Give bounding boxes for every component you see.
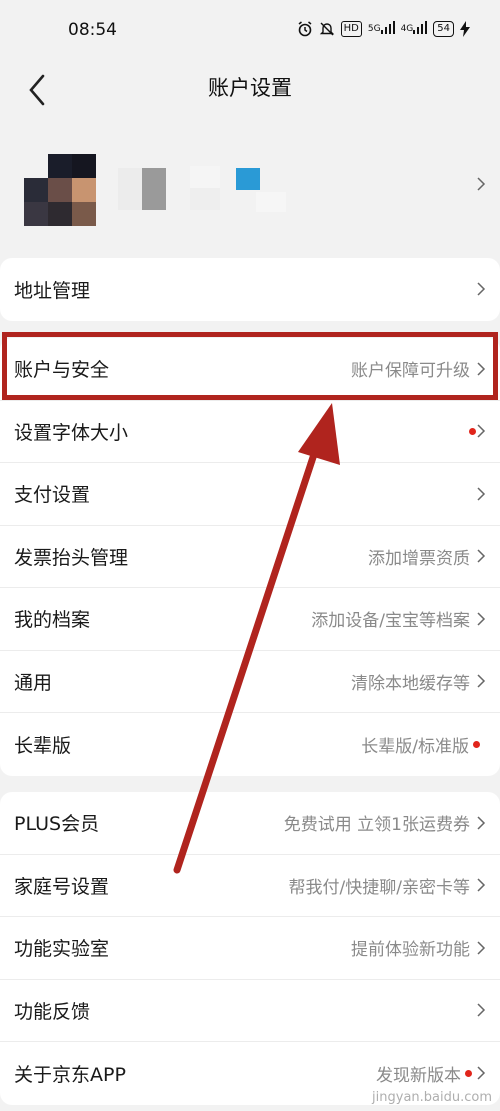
list-item[interactable]: 家庭号设置 帮我付/快捷聊/亲密卡等 <box>0 855 500 917</box>
settings-card-more: PLUS会员 免费试用 立领1张运费券 家庭号设置 帮我付/快捷聊/亲密卡等 功… <box>0 792 500 1105</box>
row-value: 帮我付/快捷聊/亲密卡等 <box>288 877 470 898</box>
watermark: jingyan.baidu.com <box>372 1090 492 1105</box>
chevron-right-icon <box>477 878 486 892</box>
list-item[interactable]: 地址管理 <box>0 258 500 321</box>
row-label: 功能实验室 <box>14 938 110 961</box>
row-label: 设置字体大小 <box>14 421 129 444</box>
list-item[interactable]: 长辈版 长辈版/标准版 <box>0 713 500 776</box>
row-label: 发票抬头管理 <box>14 546 129 569</box>
row-value: 长辈版/标准版 <box>361 736 469 757</box>
row-label: 家庭号设置 <box>14 875 110 898</box>
username-blur <box>190 166 220 188</box>
settings-card-main: 账户与安全 账户保障可升级 设置字体大小 支付设置 发票抬头管理 添加增票资质 … <box>0 338 500 776</box>
settings-card-address: 地址管理 <box>0 258 500 321</box>
row-label: PLUS会员 <box>14 813 100 836</box>
row-label: 支付设置 <box>14 484 91 507</box>
chevron-right-icon <box>477 816 486 830</box>
notification-dot <box>473 740 480 748</box>
row-value: 免费试用 立领1张运费券 <box>283 815 470 836</box>
row-value: 添加设备/宝宝等档案 <box>311 611 470 632</box>
list-item[interactable]: 设置字体大小 <box>0 401 500 463</box>
badge-blur <box>256 192 286 212</box>
row-value: 清除本地缓存等 <box>351 673 470 694</box>
page-title: 账户设置 <box>208 76 292 100</box>
username-blur <box>118 168 142 210</box>
notification-dot <box>469 427 476 435</box>
list-item[interactable]: PLUS会员 免费试用 立领1张运费券 <box>0 792 500 855</box>
chevron-right-icon <box>477 674 486 688</box>
row-label: 通用 <box>14 671 53 694</box>
avatar <box>24 142 96 226</box>
chevron-right-icon <box>477 177 486 191</box>
list-item[interactable]: 我的档案 添加设备/宝宝等档案 <box>0 588 500 651</box>
badge-blur <box>236 168 260 190</box>
username-blur <box>190 188 220 210</box>
status-bar: 08:54 HD 5G 4G 54 <box>0 0 500 62</box>
hd-icon: HD <box>340 21 362 37</box>
chevron-right-icon <box>477 1066 486 1080</box>
notification-dot <box>465 1069 472 1077</box>
alarm-icon <box>298 21 312 37</box>
list-item[interactable]: 功能实验室 提前体验新功能 <box>0 917 500 980</box>
row-label: 地址管理 <box>14 279 91 302</box>
row-value: 发现新版本 <box>376 1065 461 1086</box>
status-icons: HD 5G 4G 54 <box>297 20 470 38</box>
row-value: 提前体验新功能 <box>351 940 470 961</box>
list-item[interactable]: 账户与安全 账户保障可升级 <box>0 338 500 401</box>
signal-4g-icon: 4G <box>401 20 428 38</box>
signal-5g-label: 5G <box>367 24 381 34</box>
list-item[interactable]: 功能反馈 <box>0 980 500 1042</box>
list-item[interactable]: 发票抬头管理 添加增票资质 <box>0 526 500 588</box>
battery-icon: 54 <box>433 21 454 37</box>
status-time: 08:54 <box>68 20 117 40</box>
chevron-right-icon <box>477 612 486 626</box>
nav-bar: 账户设置 <box>0 62 500 122</box>
row-value: 账户保障可升级 <box>351 361 470 382</box>
profile-header[interactable] <box>0 130 500 252</box>
row-label: 功能反馈 <box>14 1000 91 1023</box>
chevron-right-icon <box>477 941 486 955</box>
username-blur <box>142 168 166 210</box>
list-item[interactable]: 通用 清除本地缓存等 <box>0 651 500 713</box>
row-label: 账户与安全 <box>14 359 110 382</box>
mute-icon <box>319 22 334 36</box>
list-item[interactable]: 支付设置 <box>0 463 500 526</box>
chevron-right-icon <box>477 549 486 563</box>
chevron-right-icon <box>477 1003 486 1017</box>
row-label: 长辈版 <box>14 734 72 757</box>
row-value: 添加增票资质 <box>368 548 470 569</box>
row-label: 关于京东APP <box>14 1063 126 1086</box>
chevron-right-icon <box>477 424 486 438</box>
charging-icon <box>460 21 470 37</box>
row-label: 我的档案 <box>14 609 91 632</box>
signal-4g-label: 4G <box>400 24 414 34</box>
chevron-right-icon <box>477 487 486 501</box>
signal-5g-icon: 5G <box>368 20 395 38</box>
chevron-right-icon <box>477 362 486 376</box>
chevron-right-icon <box>477 282 486 296</box>
